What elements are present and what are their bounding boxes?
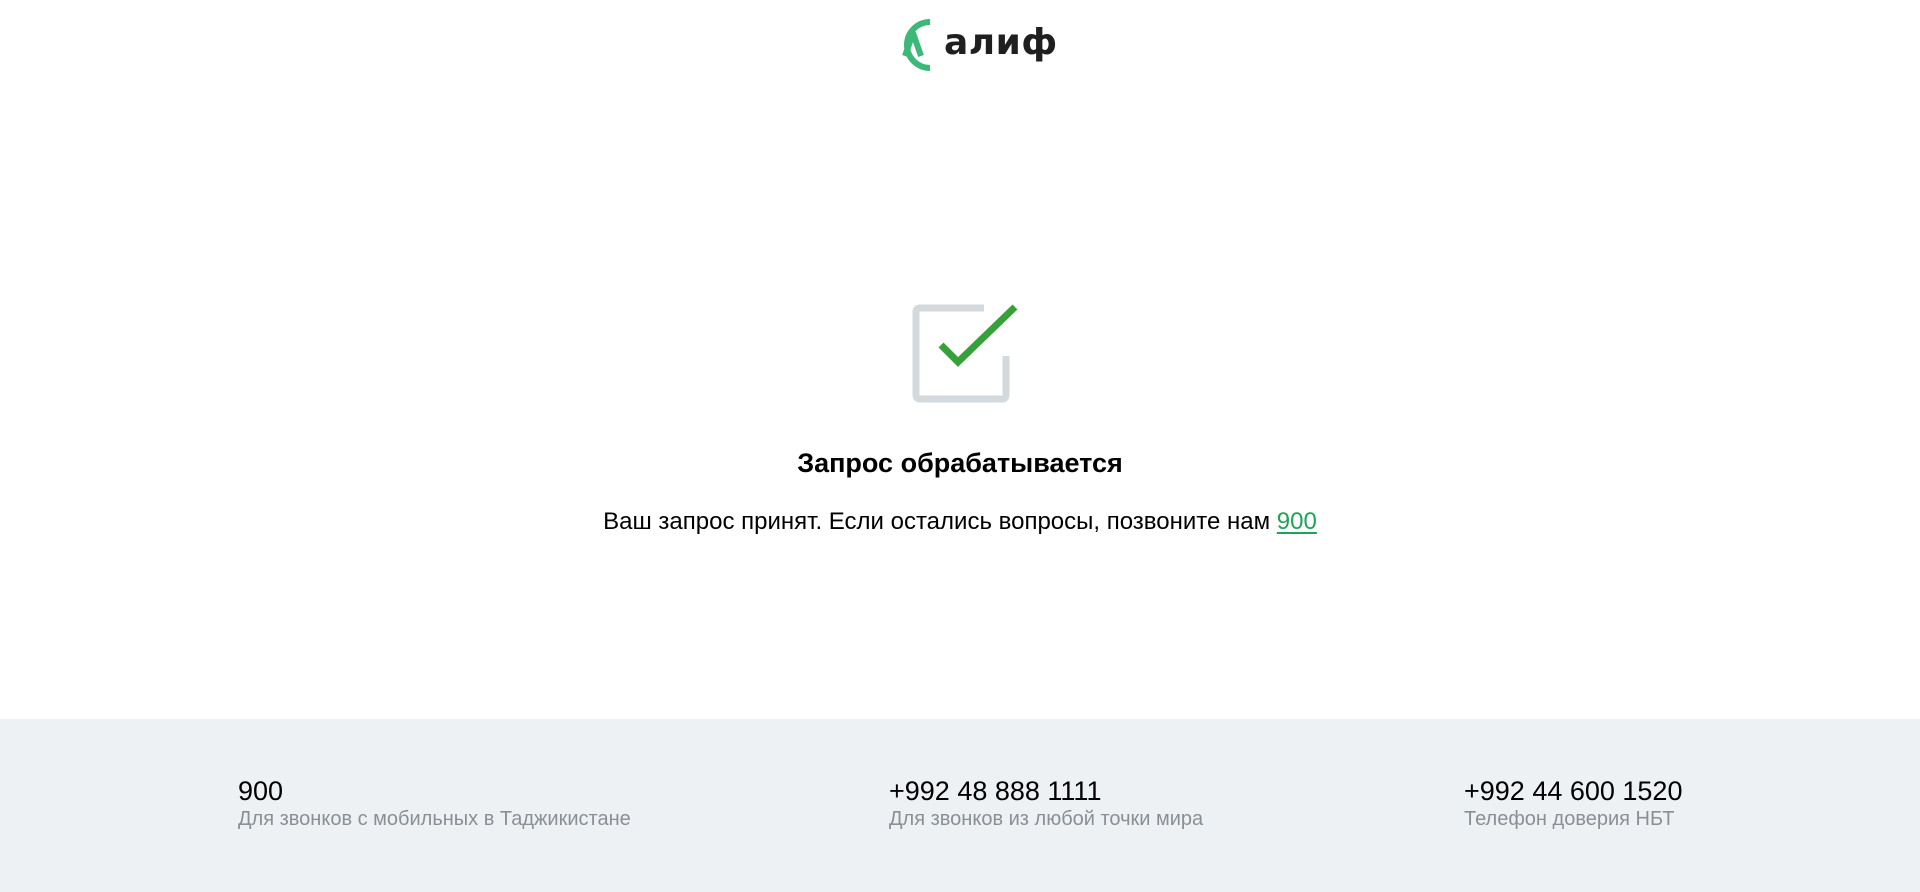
footer: 900 Для звонков с мобильных в Таджикиста… bbox=[0, 719, 1920, 892]
status-message: Ваш запрос принят. Если остались вопросы… bbox=[0, 508, 1920, 536]
page-title: Запрос обрабатывается bbox=[797, 448, 1123, 478]
contact-number[interactable]: 900 bbox=[238, 776, 631, 806]
contact-description: Телефон доверия НБТ bbox=[1464, 808, 1675, 830]
contact-mobile: 900 Для звонков с мобильных в Таджикиста… bbox=[238, 776, 631, 832]
alif-logo-icon bbox=[902, 19, 931, 71]
contact-international: +992 48 888 1111 Для звонков из любой то… bbox=[889, 776, 1203, 832]
contact-number[interactable]: +992 44 600 1520 bbox=[1464, 776, 1682, 806]
header: алиф bbox=[0, 0, 1920, 90]
contact-number[interactable]: +992 48 888 1111 bbox=[889, 776, 1203, 806]
phone-link[interactable]: 900 bbox=[1277, 508, 1317, 535]
main-content: Запрос обрабатывается Ваш запрос принят.… bbox=[0, 90, 1920, 719]
contact-description: Для звонков из любой точки мира bbox=[889, 808, 1204, 830]
logo-text: алиф bbox=[944, 22, 1058, 63]
contact-description: Для звонков с мобильных в Таджикистане bbox=[238, 808, 631, 830]
alif-logo[interactable]: алиф bbox=[886, 16, 1058, 74]
contact-trust-line: +992 44 600 1520 Телефон доверия НБТ bbox=[1464, 776, 1682, 832]
status-message-text: Ваш запрос принят. Если остались вопросы… bbox=[603, 508, 1277, 535]
checkbox-check-icon bbox=[912, 304, 1018, 403]
